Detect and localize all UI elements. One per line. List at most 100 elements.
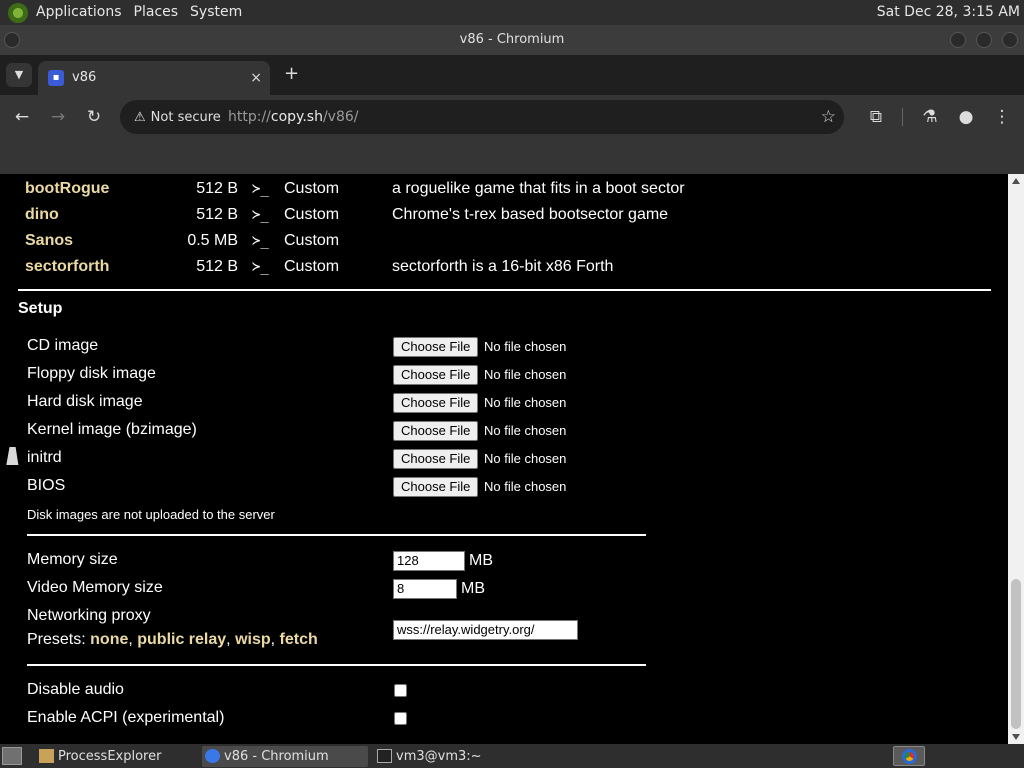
star-bookmark-icon[interactable]: ☆ xyxy=(821,105,836,129)
hard-disk-image-choose-button[interactable]: Choose File xyxy=(393,393,479,413)
taskbar-item-label: ProcessExplorer xyxy=(58,749,162,764)
presets-label: Presets: xyxy=(27,631,86,648)
taskbar-item-chromium[interactable]: v86 - Chromium xyxy=(202,746,368,767)
labs-flask-icon[interactable]: ⚗ xyxy=(918,105,942,129)
page-scrollbar[interactable] xyxy=(1008,174,1024,744)
file-status: No file chosen xyxy=(484,395,567,410)
os-description: sectorforth is a 16-bit x86 Forth xyxy=(392,258,614,275)
panel-menus: Applications Places System xyxy=(30,0,248,25)
profile-avatar-icon[interactable]: ● xyxy=(954,105,978,129)
kernel-image-label: Kernel image (bzimage) xyxy=(27,421,197,438)
enable-acpi-label: Enable ACPI (experimental) xyxy=(27,709,225,726)
address-bar[interactable]: ⚠ Not secure http://copy.sh/v86/ ☆ xyxy=(120,100,844,134)
preset-none-link[interactable]: none xyxy=(90,631,128,648)
security-chip[interactable]: ⚠ Not secure xyxy=(128,105,227,129)
url-scheme: http:// xyxy=(228,109,271,125)
tab-strip: ▼ ▪ v86 × + xyxy=(0,55,1024,95)
taskbar-item-terminal[interactable]: vm3@vm3:~ xyxy=(374,746,534,767)
cd-image-label: CD image xyxy=(27,337,99,354)
os-type: Custom xyxy=(284,232,340,249)
distro-logo-icon[interactable] xyxy=(8,2,28,23)
terminal-prompt-icon: ≻_ xyxy=(252,181,269,197)
window-menu-icon[interactable] xyxy=(4,32,20,48)
cd-image-choose-button[interactable]: Choose File xyxy=(393,337,479,357)
tray-chromium-icon[interactable] xyxy=(893,746,925,766)
disk-upload-note: Disk images are not uploaded to the serv… xyxy=(27,507,275,522)
places-menu[interactable]: Places xyxy=(128,0,185,25)
scrollbar-thumb[interactable] xyxy=(1011,579,1021,729)
memory-size-input[interactable]: 128 xyxy=(393,551,465,571)
new-tab-button[interactable]: + xyxy=(284,63,302,87)
video-memory-size-input[interactable]: 8 xyxy=(393,579,457,599)
show-desktop-icon[interactable] xyxy=(2,747,22,765)
os-size: 0.5 MB xyxy=(187,232,238,249)
os-type: Custom xyxy=(284,258,340,275)
folder-icon xyxy=(39,749,54,763)
floppy-image-choose-button[interactable]: Choose File xyxy=(393,365,479,385)
scroll-down-arrow-icon[interactable] xyxy=(1012,734,1020,740)
os-size: 512 B xyxy=(196,206,238,223)
bios-row: BIOS Choose File No file chosen xyxy=(27,472,727,500)
tab-search-button[interactable]: ▼ xyxy=(6,63,32,87)
back-arrow-icon[interactable]: ← xyxy=(10,105,34,129)
window-titlebar[interactable]: v86 - Chromium xyxy=(0,25,1024,55)
os-link-dino[interactable]: dino xyxy=(25,202,59,228)
tab-title: v86 xyxy=(72,70,97,85)
not-secure-label: Not secure xyxy=(150,109,221,125)
disable-audio-checkbox[interactable] xyxy=(394,684,407,697)
url-text[interactable]: http://copy.sh/v86/ xyxy=(228,100,359,134)
os-type: Custom xyxy=(284,180,340,197)
panel-clock[interactable]: Sat Dec 28, 3:15 AM xyxy=(877,0,1020,25)
os-link-sectorforth[interactable]: sectorforth xyxy=(25,254,109,280)
terminal-icon xyxy=(377,749,392,763)
browser-toolbar: ← → ↻ ⚠ Not secure http://copy.sh/v86/ ☆… xyxy=(0,95,1024,140)
hard-disk-image-row: Hard disk image Choose File No file chos… xyxy=(27,388,727,416)
video-memory-row: Video Memory size xyxy=(27,574,727,602)
memory-row: Memory size xyxy=(27,546,727,574)
memory-unit: MB xyxy=(469,552,493,569)
floppy-image-label: Floppy disk image xyxy=(27,365,156,382)
os-link-sanos[interactable]: Sanos xyxy=(25,228,73,254)
bios-choose-button[interactable]: Choose File xyxy=(393,477,479,497)
os-size: 512 B xyxy=(196,258,238,275)
preset-wisp-link[interactable]: wisp xyxy=(235,631,271,648)
preset-fetch-link[interactable]: fetch xyxy=(280,631,318,648)
kernel-image-choose-button[interactable]: Choose File xyxy=(393,421,479,441)
extensions-puzzle-icon[interactable]: ⧉ xyxy=(864,105,888,129)
window-title: v86 - Chromium xyxy=(459,32,565,47)
setup-heading: Setup xyxy=(18,300,63,317)
warning-triangle-icon: ⚠ xyxy=(134,109,146,125)
proxy-presets-row: Presets: none, public relay, wisp, fetch xyxy=(27,626,727,654)
os-list-row: Sanos 0.5 MB ≻_ Custom xyxy=(25,228,725,254)
maximize-button[interactable] xyxy=(976,32,992,48)
close-window-button[interactable] xyxy=(1002,32,1018,48)
terminal-prompt-icon: ≻_ xyxy=(252,233,269,249)
hard-disk-image-label: Hard disk image xyxy=(27,393,143,410)
file-status: No file chosen xyxy=(484,367,567,382)
applications-menu[interactable]: Applications xyxy=(30,0,128,25)
taskbar-item-processexplorer[interactable]: ProcessExplorer xyxy=(36,746,196,767)
forward-arrow-icon[interactable]: → xyxy=(46,105,70,129)
chromium-icon xyxy=(205,749,220,763)
preset-public-relay-link[interactable]: public relay xyxy=(137,631,226,648)
kernel-image-row: Kernel image (bzimage) Choose File No fi… xyxy=(27,416,727,444)
video-memory-unit: MB xyxy=(461,580,485,597)
kebab-menu-icon[interactable]: ⋮ xyxy=(990,105,1014,129)
v86-favicon-icon: ▪ xyxy=(48,70,64,86)
system-menu[interactable]: System xyxy=(184,0,248,25)
video-memory-size-label: Video Memory size xyxy=(27,579,163,596)
minimize-button[interactable] xyxy=(950,32,966,48)
os-list-row: bootRogue 512 B ≻_ Custom a roguelike ga… xyxy=(25,176,725,202)
os-link-bootrogue[interactable]: bootRogue xyxy=(25,176,109,202)
enable-acpi-row: Enable ACPI (experimental) xyxy=(27,704,727,732)
networking-proxy-input[interactable]: wss://relay.widgetry.org/ xyxy=(393,620,578,640)
os-type: Custom xyxy=(284,206,340,223)
reload-icon[interactable]: ↻ xyxy=(82,105,106,129)
enable-acpi-checkbox[interactable] xyxy=(394,712,407,725)
scroll-up-arrow-icon[interactable] xyxy=(1012,178,1020,184)
tab-v86[interactable]: ▪ v86 × xyxy=(38,61,270,95)
tab-close-icon[interactable]: × xyxy=(250,61,262,95)
section-divider xyxy=(27,534,646,536)
initrd-choose-button[interactable]: Choose File xyxy=(393,449,479,469)
page-viewport: bootRogue 512 B ≻_ Custom a roguelike ga… xyxy=(0,174,1008,744)
